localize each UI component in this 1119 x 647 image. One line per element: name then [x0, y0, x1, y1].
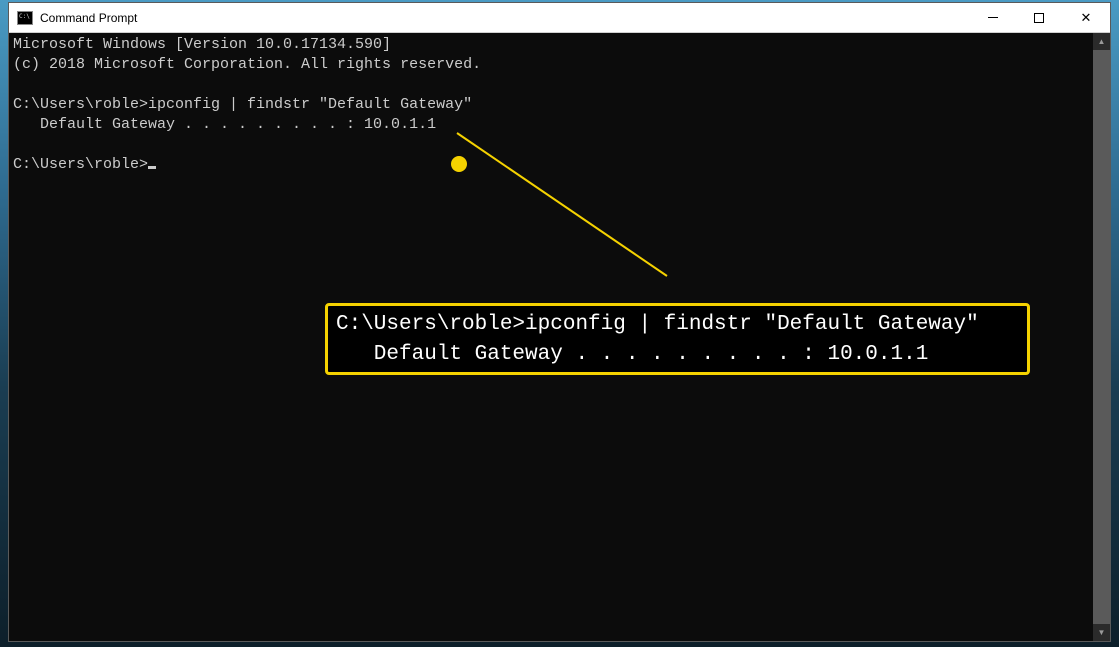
scrollbar[interactable]: ▲ ▼	[1093, 33, 1110, 641]
callout-line: C:\Users\roble>ipconfig | findstr "Defau…	[336, 313, 979, 336]
terminal-line: Microsoft Windows [Version 10.0.17134.59…	[13, 36, 391, 53]
terminal-wrapper: Microsoft Windows [Version 10.0.17134.59…	[9, 33, 1110, 641]
scroll-thumb[interactable]	[1093, 50, 1110, 624]
callout-dot	[451, 156, 467, 172]
scroll-up-button[interactable]: ▲	[1093, 33, 1110, 50]
terminal-line: (c) 2018 Microsoft Corporation. All righ…	[13, 56, 481, 73]
scroll-down-button[interactable]: ▼	[1093, 624, 1110, 641]
command-prompt-window: Command Prompt ✕ Microsoft Windows [Vers…	[8, 2, 1111, 642]
minimize-icon	[988, 17, 998, 18]
cursor	[148, 166, 156, 169]
close-button[interactable]: ✕	[1062, 3, 1110, 32]
window-title: Command Prompt	[40, 11, 970, 25]
terminal-line: Default Gateway . . . . . . . . . : 10.0…	[13, 116, 436, 133]
close-icon: ✕	[1081, 11, 1092, 24]
window-controls: ✕	[970, 3, 1110, 32]
minimize-button[interactable]	[970, 3, 1016, 32]
maximize-icon	[1034, 13, 1044, 23]
titlebar[interactable]: Command Prompt ✕	[9, 3, 1110, 33]
callout-box: C:\Users\roble>ipconfig | findstr "Defau…	[325, 303, 1030, 375]
maximize-button[interactable]	[1016, 3, 1062, 32]
terminal-line: C:\Users\roble>ipconfig | findstr "Defau…	[13, 96, 472, 113]
cmd-icon	[17, 11, 33, 25]
callout-line: Default Gateway . . . . . . . . . : 10.0…	[336, 343, 928, 366]
terminal-output[interactable]: Microsoft Windows [Version 10.0.17134.59…	[9, 33, 1093, 641]
terminal-prompt: C:\Users\roble>	[13, 156, 148, 173]
scroll-track[interactable]	[1093, 50, 1110, 624]
